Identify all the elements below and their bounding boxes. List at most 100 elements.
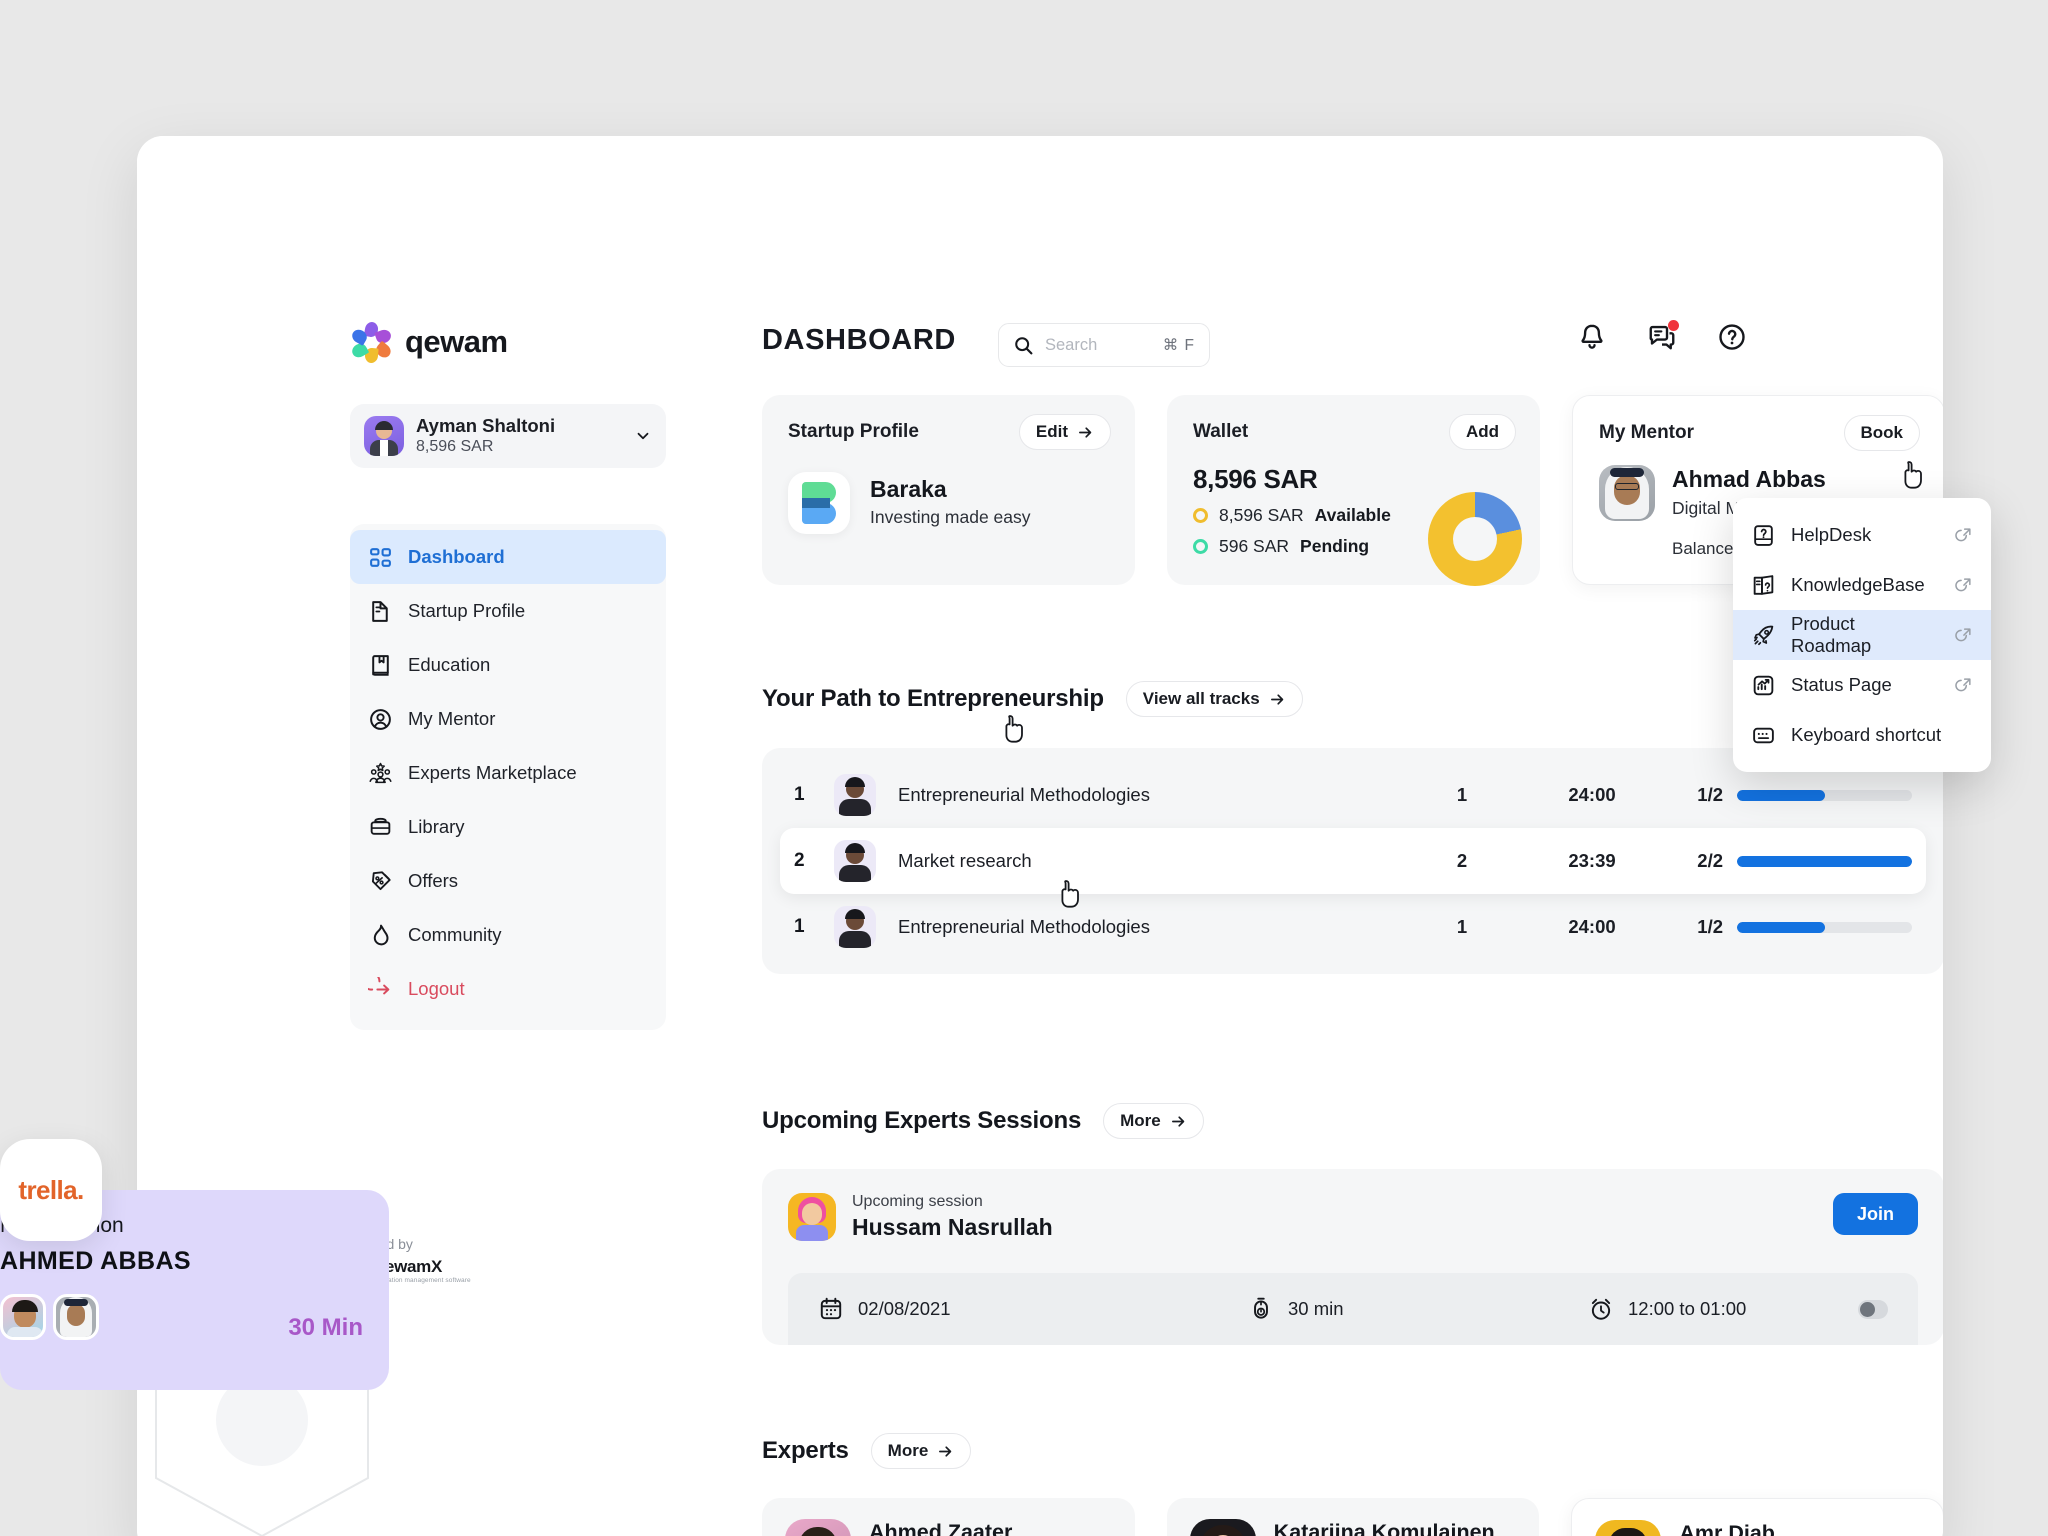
upcoming-session-card: Upcoming session Hussam Nasrullah Join 0… — [762, 1169, 1943, 1345]
qewam-petal-logo-icon — [352, 322, 392, 362]
track-name: Entrepreneurial Methodologies — [898, 916, 1407, 938]
alarm-clock-icon — [1588, 1296, 1614, 1322]
search-input[interactable]: Search ⌘ F — [998, 323, 1210, 367]
expert-avatar: 4.5 ★ — [1190, 1519, 1256, 1536]
available-amount: 8,596 SAR — [1219, 505, 1304, 526]
available-label: Available — [1315, 505, 1391, 526]
sidebar-item-experts-marketplace[interactable]: Experts Marketplace — [350, 746, 666, 800]
chat-unread-badge — [1668, 320, 1679, 331]
sidebar-item-label: Education — [408, 654, 490, 676]
sidebar-item-label: Startup Profile — [408, 600, 525, 622]
envelope-decoration — [152, 1380, 372, 1536]
table-row[interactable]: 2 Market research 2 23:39 2/2 — [780, 828, 1926, 894]
track-time: 23:39 — [1517, 850, 1667, 872]
expert-name: Ahmed Zaater — [869, 1519, 1085, 1536]
pending-dot-icon — [1193, 539, 1208, 554]
mouse-cursor-tracks — [1000, 713, 1026, 745]
header-icons — [1577, 322, 1747, 352]
sessions-title: Upcoming Experts Sessions — [762, 1107, 1081, 1135]
more-sessions-button[interactable]: More — [1103, 1103, 1204, 1139]
sidebar-item-community[interactable]: Community — [350, 908, 666, 962]
track-count: 1 — [1407, 916, 1517, 938]
expert-card[interactable]: 0.0 ★ Ahmed Zaater Product Marketing Man… — [762, 1498, 1135, 1536]
track-fraction: 1/2 — [1667, 916, 1737, 938]
sidebar-nav: Dashboard Startup Profile Education — [350, 524, 666, 1030]
expert-name: Katariina Komulainen — [1274, 1519, 1495, 1536]
help-dropdown-menu: HelpDesk KnowledgeBase Product Roadmap — [1733, 498, 1991, 772]
track-avatar — [834, 840, 876, 882]
chat-icon[interactable] — [1647, 322, 1677, 352]
menu-item-status-page[interactable]: Status Page — [1733, 660, 1991, 710]
menu-item-label: Product Roadmap — [1791, 613, 1939, 657]
tracks-panel: 1 Entrepreneurial Methodologies 1 24:00 … — [762, 748, 1943, 974]
menu-item-label: Keyboard shortcut — [1791, 724, 1941, 746]
menu-item-keyboard-shortcut[interactable]: Keyboard shortcut — [1733, 710, 1991, 760]
wallet-total: 8,596 SAR — [1193, 464, 1540, 495]
expert-avatar: 0.0 ★ — [785, 1519, 851, 1536]
offer-tag-percent-icon — [368, 869, 393, 894]
track-name: Market research — [898, 850, 1407, 872]
trella-label: trella. — [18, 1175, 83, 1206]
menu-item-label: HelpDesk — [1791, 524, 1871, 546]
menu-item-helpdesk[interactable]: HelpDesk — [1733, 510, 1991, 560]
edit-startup-button[interactable]: Edit — [1019, 414, 1111, 450]
external-link-icon — [1954, 676, 1973, 695]
page-title: DASHBOARD — [762, 324, 956, 357]
track-count: 1 — [1407, 784, 1517, 806]
sidebar-item-label: Offers — [408, 870, 458, 892]
arrow-right-icon — [937, 1443, 954, 1460]
baraka-logo-icon — [788, 472, 850, 534]
sidebar-item-dashboard[interactable]: Dashboard — [350, 530, 666, 584]
sidebar-item-startup-profile[interactable]: Startup Profile — [350, 584, 666, 638]
user-circle-icon — [368, 707, 393, 732]
user-account-switcher[interactable]: Ayman Shaltoni 8,596 SAR — [350, 404, 666, 468]
more-experts-label: More — [888, 1441, 929, 1461]
track-name: Entrepreneurial Methodologies — [898, 784, 1407, 806]
expert-card[interactable]: 4.5 ★ Amr Diab BackEnd Development 07 SA… — [1571, 1498, 1943, 1536]
sidebar-item-logout[interactable]: Logout — [350, 962, 666, 1016]
experts-title: Experts — [762, 1437, 849, 1465]
experts-section: Experts More 0.0 ★ — [762, 1433, 1943, 1536]
pending-amount: 596 SAR — [1219, 536, 1289, 557]
sidebar-item-label: Community — [408, 924, 502, 946]
avatar — [0, 1294, 46, 1340]
expert-card[interactable]: 4.5 ★ Katariina Komulainen Digital Marke… — [1167, 1498, 1540, 1536]
menu-item-product-roadmap[interactable]: Product Roadmap — [1733, 610, 1991, 660]
edit-label: Edit — [1036, 422, 1068, 442]
book-mentor-button[interactable]: Book — [1844, 415, 1921, 451]
bell-icon[interactable] — [1577, 322, 1607, 352]
menu-item-knowledgebase[interactable]: KnowledgeBase — [1733, 560, 1991, 610]
track-time: 24:00 — [1517, 916, 1667, 938]
add-funds-button[interactable]: Add — [1449, 414, 1516, 450]
more-experts-button[interactable]: More — [871, 1433, 972, 1469]
next-session-name: AHMED ABBAS — [0, 1247, 389, 1276]
track-index: 1 — [794, 916, 834, 938]
startup-company-name: Baraka — [870, 475, 1031, 505]
knowledgebase-book-icon — [1751, 573, 1776, 598]
track-avatar — [834, 906, 876, 948]
brand-logo[interactable]: qewam — [352, 322, 508, 362]
table-row[interactable]: 1 Entrepreneurial Methodologies 1 24:00 … — [780, 894, 1926, 960]
search-icon — [1013, 335, 1034, 356]
view-all-tracks-button[interactable]: View all tracks — [1126, 681, 1303, 717]
join-session-button[interactable]: Join — [1833, 1193, 1918, 1235]
card-title: Wallet — [1193, 421, 1248, 443]
sidebar-item-education[interactable]: Education — [350, 638, 666, 692]
arrow-right-icon — [1077, 424, 1094, 441]
sidebar-item-my-mentor[interactable]: My Mentor — [350, 692, 666, 746]
help-circle-icon[interactable] — [1717, 322, 1747, 352]
session-toggle[interactable] — [1858, 1300, 1888, 1319]
session-avatar — [788, 1193, 836, 1241]
track-progress-bar — [1737, 856, 1912, 867]
sidebar-item-library[interactable]: Library — [350, 800, 666, 854]
user-balance: 8,596 SAR — [416, 437, 622, 458]
expert-name: Amr Diab — [1679, 1520, 1857, 1536]
pending-label: Pending — [1300, 536, 1369, 557]
chevron-down-icon — [634, 427, 652, 445]
book-label: Book — [1861, 423, 1904, 443]
track-index: 1 — [794, 784, 834, 806]
external-link-icon — [1954, 526, 1973, 545]
sidebar-item-offers[interactable]: Offers — [350, 854, 666, 908]
next-session-duration: 30 Min — [288, 1314, 363, 1342]
card-title: My Mentor — [1599, 422, 1694, 444]
